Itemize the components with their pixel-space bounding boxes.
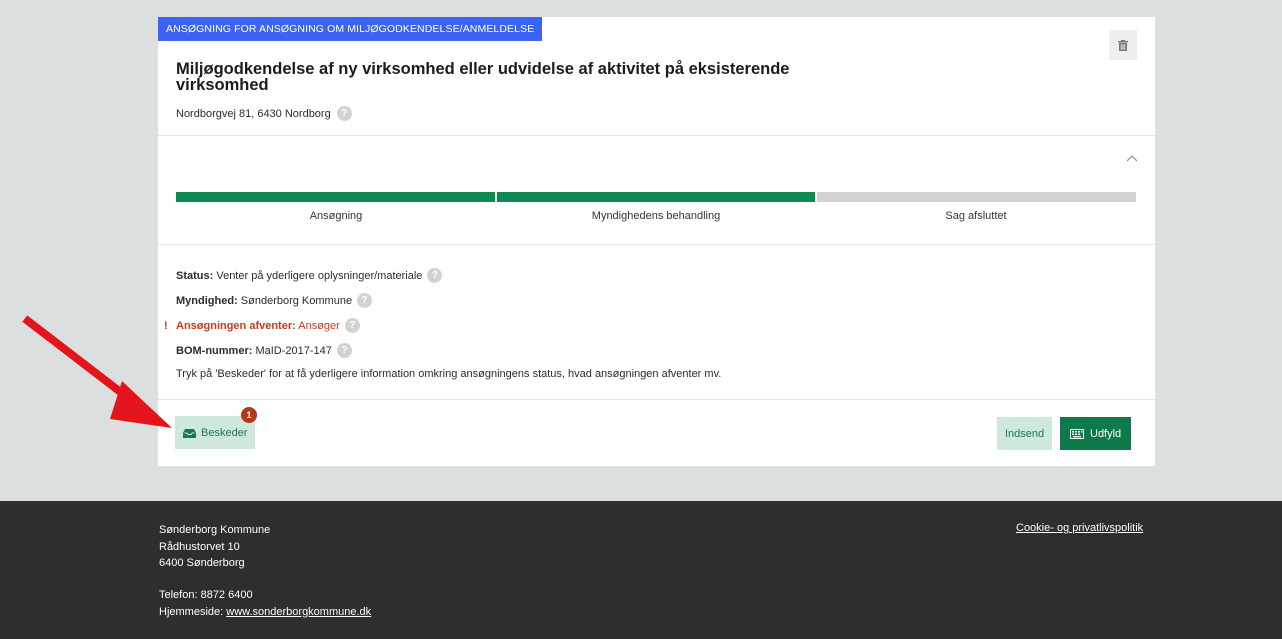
progress-steps: Ansøgning Myndighedens behandling Sag af… — [176, 210, 1136, 222]
case-address: Nordborgvej 81, 6430 Nordborg ? — [176, 106, 352, 121]
awaiting-row: ! Ansøgningen afventer: Ansøger ? — [164, 318, 721, 333]
delete-button[interactable] — [1109, 30, 1137, 60]
help-icon[interactable]: ? — [344, 318, 360, 333]
divider — [158, 135, 1155, 136]
step-label: Myndighedens behandling — [591, 210, 721, 222]
progress-segment-application — [176, 192, 495, 202]
footer: Sønderborg Kommune Rådhustorvet 10 6400 … — [0, 501, 1282, 639]
authority-value: Sønderborg Kommune — [240, 294, 353, 307]
bom-value: MaID-2017-147 — [255, 344, 332, 357]
help-icon[interactable]: ? — [336, 106, 352, 121]
status-label: Status: — [176, 269, 214, 282]
keyboard-icon — [1070, 428, 1084, 439]
cookie-policy-link[interactable]: Cookie- og privatlivspolitik — [1016, 522, 1143, 534]
help-icon[interactable]: ? — [427, 268, 443, 283]
chevron-up-icon[interactable] — [1125, 151, 1139, 165]
awaiting-value: Ansøger — [298, 319, 340, 332]
messages-label: Beskeder — [201, 426, 248, 439]
footer-phone: Telefon: 8872 6400 — [159, 589, 253, 601]
footer-address: Sønderborg Kommune Rådhustorvet 10 6400 … — [159, 522, 270, 572]
inbox-icon — [183, 428, 196, 438]
bom-label: BOM-nummer: — [176, 344, 253, 357]
progress-segment-authority — [496, 192, 816, 202]
progress-segment-closed — [817, 192, 1137, 202]
submit-button[interactable]: Indsend — [997, 417, 1053, 450]
bom-row: BOM-nummer: MaID-2017-147 ? — [176, 343, 721, 358]
status-row: Status: Venter på yderligere oplysninger… — [176, 268, 721, 283]
case-info: Status: Venter på yderligere oplysninger… — [164, 268, 722, 380]
red-arrow-annotation — [22, 315, 172, 428]
footer-website-link[interactable]: www.sonderborgkommune.dk — [226, 606, 371, 618]
address-text: Nordborgvej 81, 6430 Nordborg — [176, 107, 331, 120]
status-value: Venter på yderligere oplysninger/materia… — [216, 269, 423, 282]
unread-badge: 1 — [241, 407, 257, 423]
divider — [158, 244, 1155, 245]
authority-row: Myndighed: Sønderborg Kommune ? — [176, 293, 721, 308]
footer-website-row: Hjemmeside: www.sonderborgkommune.dk — [159, 604, 371, 621]
step-label: Sag afsluttet — [945, 210, 1007, 222]
case-title: Miljøgodkendelse af ny virksomhed eller … — [176, 60, 790, 94]
footer-org: Sønderborg Kommune — [159, 524, 271, 536]
trash-icon — [1118, 39, 1128, 51]
fill-label: Udfyld — [1090, 427, 1122, 440]
info-note: Tryk på 'Beskeder' for at få yderligere … — [176, 368, 722, 380]
help-icon[interactable]: ? — [357, 293, 373, 308]
fill-button[interactable]: Udfyld — [1060, 417, 1132, 450]
authority-label: Myndighed: — [176, 294, 238, 307]
messages-button[interactable]: Beskeder 1 — [175, 407, 257, 449]
awaiting-label: Ansøgningen afventer: — [176, 319, 296, 332]
progress-bar — [176, 192, 1137, 202]
footer-city: 6400 Sønderborg — [159, 557, 245, 569]
footer-website-label: Hjemmeside: — [159, 605, 224, 618]
application-card: ANSØGNING FOR ANSØGNING OM MILJØGODKENDE… — [158, 17, 1155, 466]
application-type-ribbon: ANSØGNING FOR ANSØGNING OM MILJØGODKENDE… — [158, 17, 543, 41]
footer-street: Rådhustorvet 10 — [159, 540, 240, 553]
divider — [158, 399, 1155, 400]
step-label: Ansøgning — [309, 210, 363, 222]
help-icon[interactable]: ? — [336, 343, 352, 358]
footer-contact: Telefon: 8872 6400 Hjemmeside: www.sonde… — [159, 587, 371, 620]
